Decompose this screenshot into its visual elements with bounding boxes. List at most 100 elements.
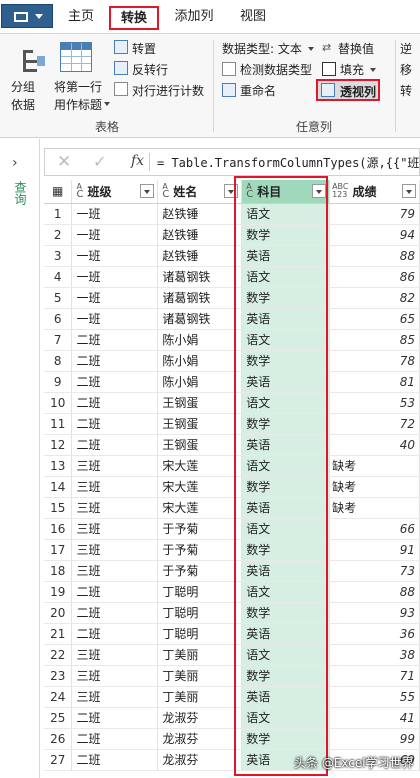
fx-icon[interactable]: fx: [131, 153, 144, 169]
cell-score[interactable]: 41: [329, 707, 420, 729]
column-header-score[interactable]: ABC 123 成绩: [329, 180, 420, 204]
data-type-dropdown[interactable]: 数据类型: 文本: [220, 38, 316, 58]
tab-home[interactable]: 主页: [58, 6, 104, 30]
cell-subject[interactable]: 数学: [241, 728, 331, 750]
cell-class[interactable]: 三班: [71, 560, 159, 582]
row-number[interactable]: 26: [44, 728, 73, 750]
table-row[interactable]: 20 二班 丁聪明 数学 93: [44, 602, 420, 624]
cell-score[interactable]: 66: [329, 518, 420, 540]
cell-name[interactable]: 王钢蛋: [157, 392, 243, 414]
cell-name[interactable]: 诸葛钢铁: [157, 266, 243, 288]
row-number[interactable]: 6: [44, 308, 73, 330]
cell-score[interactable]: 71: [329, 665, 420, 687]
cell-score[interactable]: 99: [329, 728, 420, 750]
row-number[interactable]: 8: [44, 350, 73, 372]
cell-name[interactable]: 丁美丽: [157, 644, 243, 666]
cell-name[interactable]: 陈小娟: [157, 350, 243, 372]
row-number[interactable]: 27: [44, 749, 73, 771]
column-header-subject[interactable]: A C 科目: [241, 180, 331, 204]
use-first-row-as-headers-button[interactable]: 将第一行 用作标题: [52, 38, 110, 114]
cell-subject[interactable]: 语文: [241, 644, 331, 666]
detect-data-type-button[interactable]: 检测数据类型: [220, 59, 316, 79]
cell-subject[interactable]: 数学: [241, 224, 331, 246]
count-rows-button[interactable]: 对行进行计数: [112, 80, 210, 100]
cell-score[interactable]: 78: [329, 350, 420, 372]
table-menu-icon[interactable]: ▦: [44, 180, 73, 204]
cell-subject[interactable]: 语文: [241, 581, 331, 603]
row-number[interactable]: 19: [44, 581, 73, 603]
cancel-icon[interactable]: ✕: [57, 152, 71, 172]
row-number[interactable]: 11: [44, 413, 73, 435]
filter-dropdown-icon[interactable]: [140, 184, 155, 198]
cell-subject[interactable]: 英语: [241, 497, 331, 519]
table-row[interactable]: 16 三班 于予菊 语文 66: [44, 518, 420, 540]
table-row[interactable]: 7 二班 陈小娟 语文 85: [44, 329, 420, 351]
cell-class[interactable]: 一班: [71, 266, 159, 288]
cell-name[interactable]: 王钢蛋: [157, 413, 243, 435]
cell-name[interactable]: 陈小娟: [157, 329, 243, 351]
cell-class[interactable]: 一班: [71, 287, 159, 309]
cell-name[interactable]: 丁美丽: [157, 686, 243, 708]
cell-subject[interactable]: 英语: [241, 560, 331, 582]
cell-name[interactable]: 丁聪明: [157, 623, 243, 645]
cell-score[interactable]: 73: [329, 560, 420, 582]
row-number[interactable]: 22: [44, 644, 73, 666]
cell-subject[interactable]: 语文: [241, 707, 331, 729]
cell-name[interactable]: 于予菊: [157, 560, 243, 582]
table-row[interactable]: 12 二班 王钢蛋 英语 40: [44, 434, 420, 456]
table-row[interactable]: 19 二班 丁聪明 语文 88: [44, 581, 420, 603]
cell-subject[interactable]: 语文: [241, 266, 331, 288]
cell-name[interactable]: 王钢蛋: [157, 434, 243, 456]
cell-class[interactable]: 三班: [71, 644, 159, 666]
cell-score[interactable]: 40: [329, 434, 420, 456]
tab-add-column[interactable]: 添加列: [168, 6, 220, 30]
cell-class[interactable]: 三班: [71, 518, 159, 540]
cell-score[interactable]: 79: [329, 203, 420, 225]
cell-score[interactable]: 缺考: [329, 497, 420, 519]
cell-score[interactable]: 93: [329, 602, 420, 624]
cell-subject[interactable]: 英语: [241, 623, 331, 645]
cell-class[interactable]: 二班: [71, 749, 159, 771]
cell-class[interactable]: 一班: [71, 203, 159, 225]
cell-name[interactable]: 宋大莲: [157, 455, 243, 477]
cell-name[interactable]: 龙淑芬: [157, 707, 243, 729]
cell-class[interactable]: 二班: [71, 623, 159, 645]
table-row[interactable]: 4 一班 诸葛钢铁 语文 86: [44, 266, 420, 288]
table-row[interactable]: 18 三班 于予菊 英语 73: [44, 560, 420, 582]
table-row[interactable]: 5 一班 诸葛钢铁 数学 82: [44, 287, 420, 309]
cell-class[interactable]: 一班: [71, 224, 159, 246]
cell-score[interactable]: 缺考: [329, 476, 420, 498]
cell-score[interactable]: 91: [329, 539, 420, 561]
cell-class[interactable]: 二班: [71, 707, 159, 729]
cell-score[interactable]: 94: [329, 224, 420, 246]
row-number[interactable]: 25: [44, 707, 73, 729]
cell-score[interactable]: 88: [329, 245, 420, 267]
cell-subject[interactable]: 英语: [241, 308, 331, 330]
row-number[interactable]: 24: [44, 686, 73, 708]
cell-subject[interactable]: 数学: [241, 350, 331, 372]
cell-class[interactable]: 三班: [71, 497, 159, 519]
rename-button[interactable]: 重命名: [220, 80, 316, 100]
cell-subject[interactable]: 语文: [241, 329, 331, 351]
row-number[interactable]: 1: [44, 203, 73, 225]
move-button[interactable]: 移: [400, 61, 420, 78]
cell-class[interactable]: 三班: [71, 455, 159, 477]
column-header-class[interactable]: A C 班级: [71, 180, 159, 204]
table-row[interactable]: 11 二班 王钢蛋 数学 72: [44, 413, 420, 435]
cell-class[interactable]: 二班: [71, 371, 159, 393]
cell-score[interactable]: 81: [329, 371, 420, 393]
cell-name[interactable]: 诸葛钢铁: [157, 308, 243, 330]
cell-score[interactable]: 86: [329, 266, 420, 288]
cell-subject[interactable]: 英语: [241, 686, 331, 708]
tab-view[interactable]: 视图: [232, 6, 274, 30]
cell-name[interactable]: 于予菊: [157, 539, 243, 561]
filter-dropdown-icon[interactable]: [402, 184, 416, 198]
cell-class[interactable]: 二班: [71, 602, 159, 624]
replace-values-button[interactable]: ⇄ 替换值: [320, 38, 392, 58]
cell-subject[interactable]: 英语: [241, 371, 331, 393]
cell-score[interactable]: 53: [329, 392, 420, 414]
tab-transform[interactable]: 转换: [109, 6, 159, 30]
cell-subject[interactable]: 英语: [241, 245, 331, 267]
cell-name[interactable]: 丁聪明: [157, 602, 243, 624]
cell-score[interactable]: 82: [329, 287, 420, 309]
